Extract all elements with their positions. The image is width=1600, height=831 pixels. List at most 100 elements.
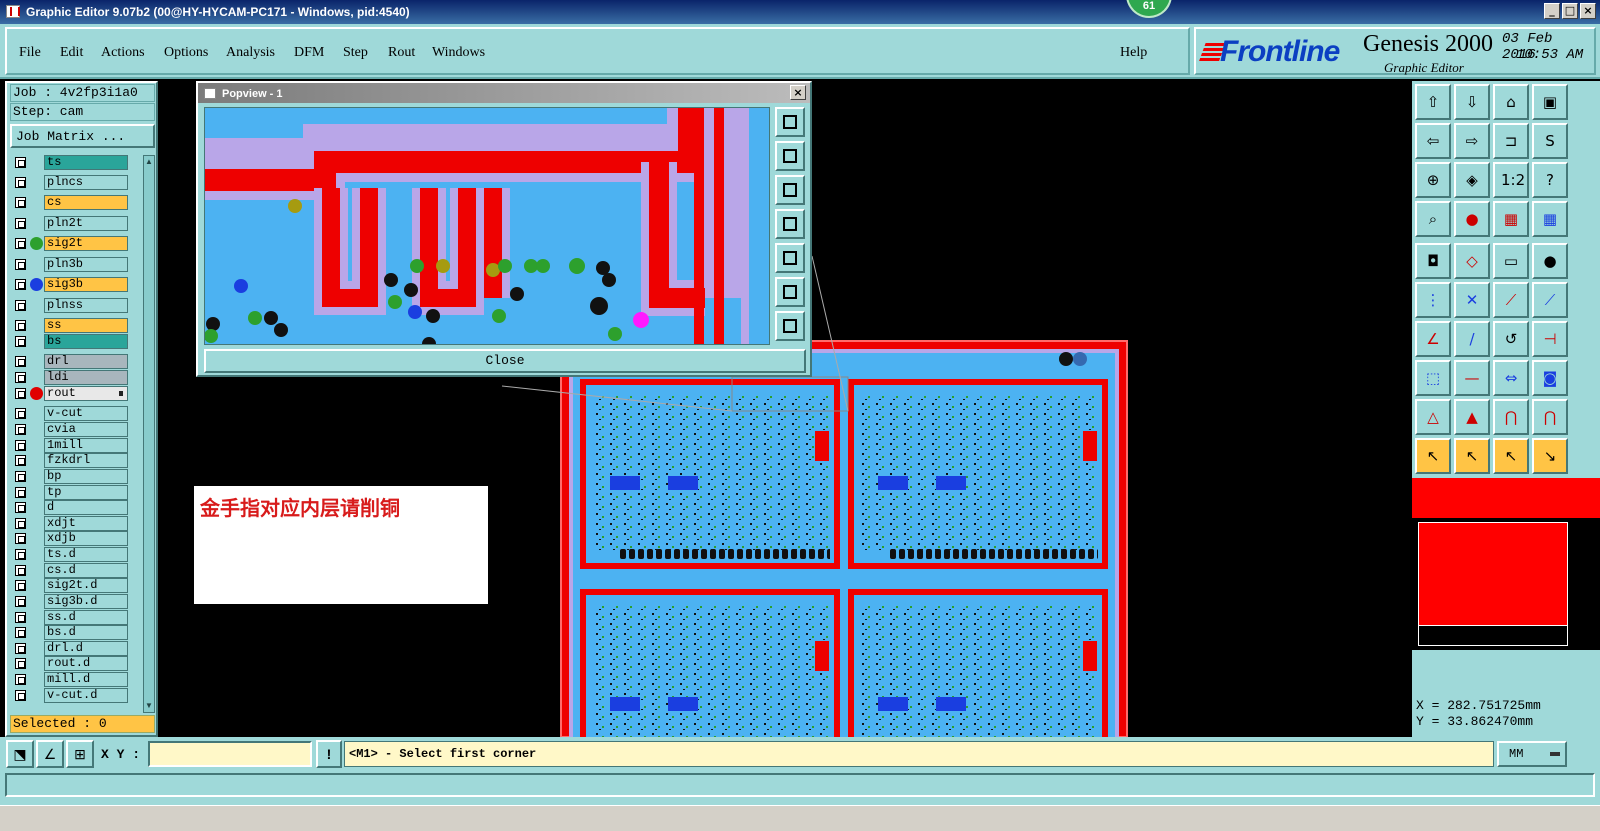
popview-window[interactable]: Popview - 1 × Close: [196, 81, 812, 377]
rotate-button[interactable]: ↺: [1493, 321, 1529, 357]
scroll-up-icon[interactable]: ▲: [144, 157, 154, 167]
popview-pan-up-button[interactable]: [775, 141, 805, 171]
layer-checkbox[interactable]: [15, 643, 26, 654]
triangle-button[interactable]: △: [1415, 399, 1451, 435]
layer-row[interactable]: xdjb: [10, 531, 142, 546]
layer-checkbox[interactable]: [15, 157, 26, 168]
layer-name[interactable]: tp: [44, 485, 128, 500]
layer-name[interactable]: ts: [44, 155, 128, 170]
pointer-circle-button[interactable]: ↖: [1493, 438, 1529, 474]
layer-row[interactable]: 1mill: [10, 438, 142, 453]
layer-checkbox[interactable]: [15, 424, 26, 435]
layer-row[interactable]: v-cut.d: [10, 688, 142, 703]
home-up-button[interactable]: ⇧: [1415, 84, 1451, 120]
layer-checkbox[interactable]: [15, 372, 26, 383]
menu-step[interactable]: Step: [343, 45, 368, 61]
popview-close-icon[interactable]: ×: [790, 85, 806, 100]
layer-name[interactable]: xdjb: [44, 531, 128, 546]
layer-row[interactable]: pln3b: [10, 257, 142, 272]
layer-row[interactable]: cs: [10, 195, 142, 210]
layer-scrollbar[interactable]: ▲ ▼: [143, 155, 155, 713]
layer-row[interactable]: ts.d: [10, 547, 142, 562]
layer-row[interactable]: plncs: [10, 175, 142, 190]
scroll-down-icon[interactable]: ▼: [144, 701, 154, 711]
layer-checkbox[interactable]: [15, 580, 26, 591]
layer-checkbox[interactable]: [15, 502, 26, 513]
popview-zoom-in-button[interactable]: [775, 311, 805, 341]
layer-checkbox[interactable]: [15, 388, 26, 399]
layer-row[interactable]: bs.d: [10, 625, 142, 640]
layer-checkbox[interactable]: [15, 336, 26, 347]
layer-name[interactable]: mill.d: [44, 672, 128, 687]
layer-row[interactable]: mill.d: [10, 672, 142, 687]
layer-checkbox[interactable]: [15, 177, 26, 188]
pointer-box-button[interactable]: ↖: [1454, 438, 1490, 474]
layer-row[interactable]: pln2t: [10, 216, 142, 231]
group-button[interactable]: ◙: [1532, 360, 1568, 396]
layer-name[interactable]: ss.d: [44, 610, 128, 625]
layer-checkbox[interactable]: [15, 197, 26, 208]
layer-name[interactable]: sig3b: [44, 277, 128, 292]
layer-name[interactable]: sig3b.d: [44, 594, 128, 609]
layer-checkbox[interactable]: [15, 259, 26, 270]
layer-name[interactable]: drl: [44, 354, 128, 369]
popview-close-button[interactable]: Close: [204, 349, 806, 373]
snap-mode-button[interactable]: ⬔: [6, 740, 34, 768]
layer-name[interactable]: plncs: [44, 175, 128, 190]
snap-button[interactable]: S: [1532, 123, 1568, 159]
slash-button[interactable]: /: [1454, 321, 1490, 357]
pan-left-button[interactable]: ⇦: [1415, 123, 1451, 159]
minimize-button[interactable]: _: [1544, 3, 1560, 19]
pointer-net-button[interactable]: ↘: [1532, 438, 1568, 474]
layer-row[interactable]: d: [10, 500, 142, 515]
layer-name[interactable]: drl.d: [44, 641, 128, 656]
scale-1-2-button[interactable]: 1:2: [1493, 162, 1529, 198]
layer-name[interactable]: 1mill: [44, 438, 128, 453]
xy-input[interactable]: [148, 741, 312, 767]
layer-row[interactable]: drl.d: [10, 641, 142, 656]
layer-row[interactable]: tp: [10, 485, 142, 500]
layer-row[interactable]: xdjt: [10, 516, 142, 531]
menu-analysis[interactable]: Analysis: [226, 45, 275, 61]
layer-checkbox[interactable]: [15, 440, 26, 451]
layer-name[interactable]: rout.d: [44, 656, 128, 671]
layers-red-button[interactable]: ▦: [1493, 201, 1529, 237]
layer-name[interactable]: plnss: [44, 298, 128, 313]
layer-row[interactable]: v-cut: [10, 406, 142, 421]
layer-checkbox[interactable]: [15, 356, 26, 367]
house-button[interactable]: ⌂: [1493, 84, 1529, 120]
menu-edit[interactable]: Edit: [60, 45, 83, 61]
popview-pan-right-button[interactable]: [775, 243, 805, 273]
select-box-button[interactable]: ◘: [1415, 243, 1451, 279]
window-button[interactable]: ▣: [1532, 84, 1568, 120]
layer-row[interactable]: sig3b.d: [10, 594, 142, 609]
grid-mode-button[interactable]: ⊞: [66, 740, 94, 768]
pointer-button[interactable]: ↖: [1415, 438, 1451, 474]
layer-row[interactable]: ss.d: [10, 610, 142, 625]
units-select[interactable]: MM: [1497, 741, 1567, 767]
layer-name[interactable]: cvia: [44, 422, 128, 437]
zoom-out-button[interactable]: ⊕: [1415, 162, 1451, 198]
popview-title-bar[interactable]: Popview - 1 ×: [198, 83, 810, 103]
layer-name[interactable]: xdjt: [44, 516, 128, 531]
job-matrix-button[interactable]: Job Matrix ...: [10, 124, 155, 148]
layer-checkbox[interactable]: [15, 279, 26, 290]
menu-dfm[interactable]: DFM: [294, 45, 324, 61]
layer-name[interactable]: sig2t.d: [44, 578, 128, 593]
layer-checkbox[interactable]: [15, 238, 26, 249]
resize-button[interactable]: ⇔: [1493, 360, 1529, 396]
close-window-button[interactable]: ×: [1580, 3, 1596, 19]
angle-mode-button[interactable]: ∠: [36, 740, 64, 768]
layer-name[interactable]: rout: [44, 386, 128, 401]
cross-button[interactable]: ✕: [1454, 282, 1490, 318]
menu-rout[interactable]: Rout: [388, 45, 415, 61]
layer-checkbox[interactable]: [15, 565, 26, 576]
layer-checkbox[interactable]: [15, 300, 26, 311]
layer-name[interactable]: cs.d: [44, 563, 128, 578]
layer-checkbox[interactable]: [15, 627, 26, 638]
menu-windows[interactable]: Windows: [432, 45, 485, 61]
arc-button[interactable]: ⋂: [1493, 399, 1529, 435]
layer-name[interactable]: ss: [44, 318, 128, 333]
dash-button[interactable]: —: [1454, 360, 1490, 396]
layer-checkbox[interactable]: [15, 549, 26, 560]
